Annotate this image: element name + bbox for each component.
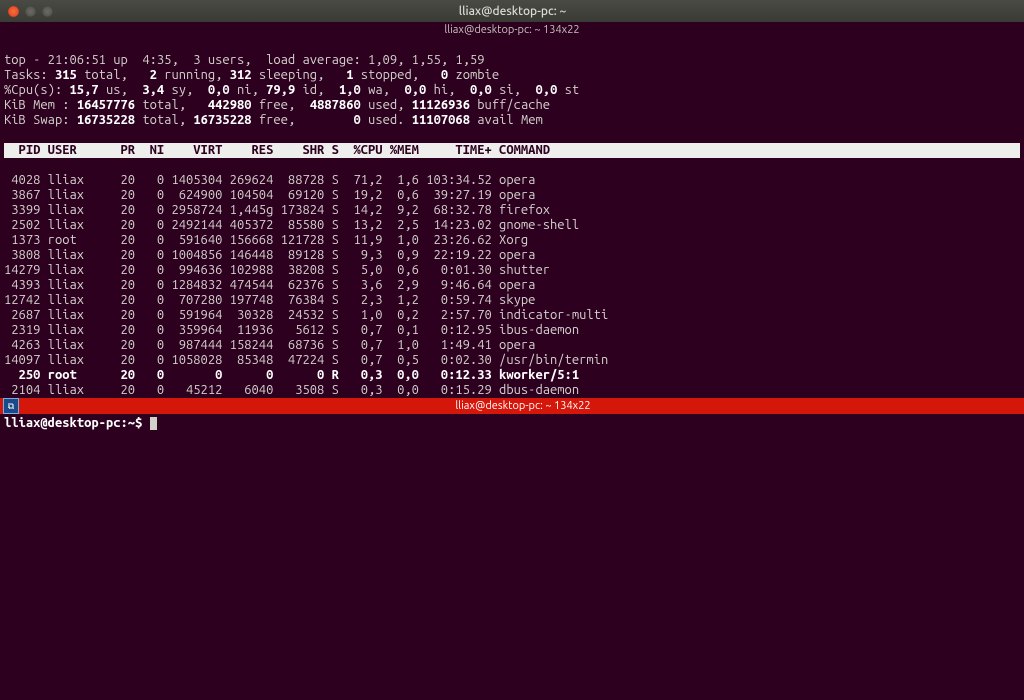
- terminator-active-bar[interactable]: ⧉ lliax@desktop-pc: ~ 134x22: [0, 398, 1024, 414]
- table-row: 14279 lliax 20 0 994636 102988 38208 S 5…: [4, 263, 550, 277]
- table-row: 2104 lliax 20 0 45212 6040 3508 S 0,3 0,…: [4, 383, 579, 397]
- window-titlebar[interactable]: lliax@desktop-pc: ~: [0, 0, 1024, 22]
- top-cpu-line: %Cpu(s): 15,7 us, 3,4 sy, 0,0 ni, 79,9 i…: [4, 83, 579, 97]
- table-row: 1373 root 20 0 591640 156668 121728 S 11…: [4, 233, 528, 247]
- tab-label[interactable]: lliax@desktop-pc: ~ 134x22: [0, 22, 1024, 37]
- shell-prompt: lliax@desktop-pc:~$: [4, 416, 150, 430]
- close-icon[interactable]: [8, 6, 19, 17]
- top-columns-header: PID USER PR NI VIRT RES SHR S %CPU %MEM …: [4, 143, 1020, 158]
- table-row: 4028 lliax 20 0 1405304 269624 88728 S 7…: [4, 173, 535, 187]
- top-mem-line: KiB Mem : 16457776 total, 442980 free, 4…: [4, 98, 550, 112]
- table-row: 12742 lliax 20 0 707280 197748 76384 S 2…: [4, 293, 535, 307]
- table-row: 3867 lliax 20 0 624900 104504 69120 S 19…: [4, 188, 535, 202]
- table-row: 2319 lliax 20 0 359964 11936 5612 S 0,7 …: [4, 323, 579, 337]
- top-summary-line: top - 21:06:51 up 4:35, 3 users, load av…: [4, 53, 484, 67]
- table-row: 2502 lliax 20 0 2492144 405372 85580 S 1…: [4, 218, 579, 232]
- top-output[interactable]: top - 21:06:51 up 4:35, 3 users, load av…: [0, 37, 1024, 398]
- minimize-icon[interactable]: [25, 6, 36, 17]
- top-tasks-line: Tasks: 315 total, 2 running, 312 sleepin…: [4, 68, 499, 82]
- table-row: 4263 lliax 20 0 987444 158244 68736 S 0,…: [4, 338, 535, 352]
- table-row-highlight: 250 root 20 0 0 0 0 R 0,3 0,0 0:12.33 kw…: [4, 368, 579, 382]
- table-row: 14097 lliax 20 0 1058028 85348 47224 S 0…: [4, 353, 608, 367]
- table-row: 2687 lliax 20 0 591964 30328 24532 S 1,0…: [4, 308, 608, 322]
- shell-pane[interactable]: lliax@desktop-pc:~$: [0, 414, 1024, 700]
- table-row: 3399 lliax 20 0 2958724 1,445g 173824 S …: [4, 203, 550, 217]
- window-title: lliax@desktop-pc: ~: [61, 5, 964, 18]
- terminator-title: lliax@desktop-pc: ~ 134x22: [22, 400, 1024, 412]
- terminal-split-icon[interactable]: ⧉: [3, 398, 19, 414]
- table-row: 4393 lliax 20 0 1284832 474544 62376 S 3…: [4, 278, 535, 292]
- table-row: 3808 lliax 20 0 1004856 146448 89128 S 9…: [4, 248, 535, 262]
- cursor-icon: [150, 417, 157, 430]
- top-swap-line: KiB Swap: 16735228 total, 16735228 free,…: [4, 113, 543, 127]
- terminal-window: lliax@desktop-pc: ~ lliax@desktop-pc: ~ …: [0, 0, 1024, 700]
- maximize-icon[interactable]: [42, 6, 53, 17]
